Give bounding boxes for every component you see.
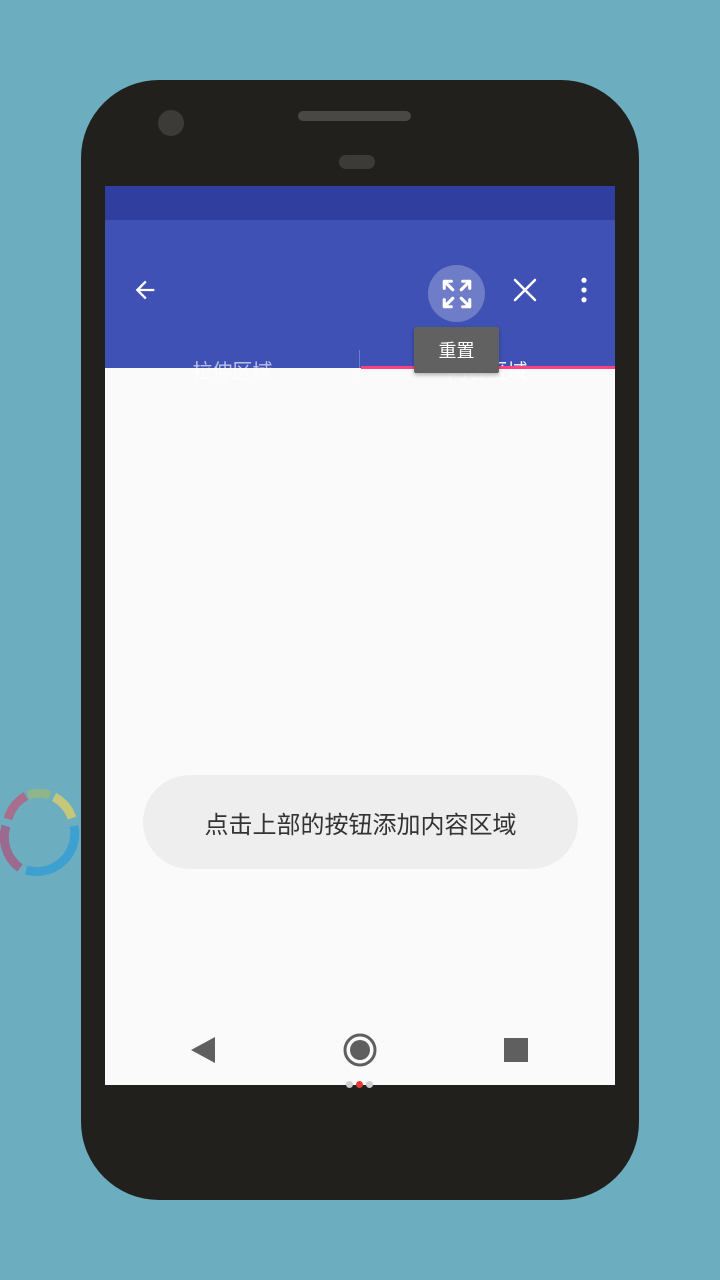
- arrow-left-icon: [135, 280, 155, 300]
- reset-tooltip: 重置: [414, 327, 499, 373]
- nav-recent-button[interactable]: [476, 1020, 556, 1080]
- system-nav-bar: [105, 1016, 615, 1085]
- more-vert-icon: [581, 277, 587, 303]
- tab-label: 拉伸区域: [192, 358, 273, 383]
- fullscreen-expand-icon: [442, 279, 471, 308]
- dot: [346, 1081, 353, 1088]
- reset-expand-button[interactable]: [428, 265, 485, 322]
- more-options-button[interactable]: [567, 266, 601, 314]
- nav-home-circle-icon: [343, 1033, 377, 1067]
- nav-home-button[interactable]: [320, 1020, 400, 1080]
- dot: [366, 1081, 373, 1088]
- device-screen: 拉伸区域 内容区域 重置 点击上部的按钮添加内容区域: [105, 186, 615, 1085]
- earpiece-speaker: [298, 111, 411, 121]
- toast-message: 点击上部的按钮添加内容区域: [143, 775, 578, 869]
- nav-back-button[interactable]: [163, 1020, 243, 1080]
- proximity-sensor: [339, 155, 375, 169]
- front-camera: [158, 110, 184, 136]
- back-button[interactable]: [121, 266, 169, 314]
- nav-back-triangle-icon: [191, 1037, 215, 1063]
- page-indicator-dots: [346, 1081, 376, 1089]
- nav-recent-square-icon: [504, 1038, 528, 1062]
- tab-stretch-area[interactable]: 拉伸区域: [105, 336, 360, 402]
- dot-active: [356, 1081, 363, 1088]
- tab-bar: 拉伸区域 内容区域: [105, 336, 615, 402]
- close-button[interactable]: [501, 266, 549, 314]
- status-bar: [105, 186, 615, 220]
- loading-ring-icon: [0, 788, 80, 876]
- close-icon: [513, 278, 537, 302]
- app-bar: 拉伸区域 内容区域: [105, 220, 615, 384]
